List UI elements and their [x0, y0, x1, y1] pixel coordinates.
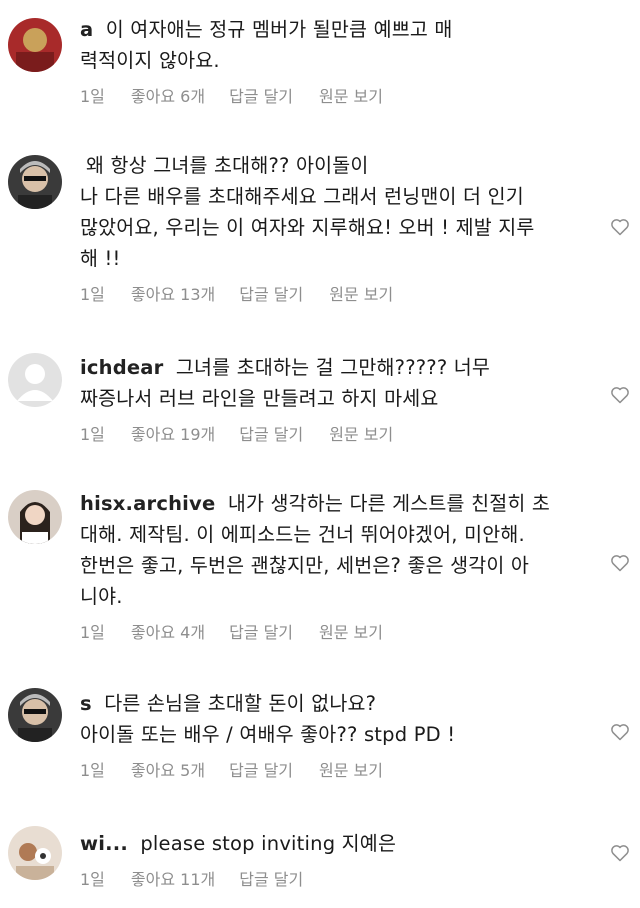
- comment-text: s 다른 손님을 초대할 돈이 없나요? 아이돌 또는 배우 / 여배우 좋아?…: [80, 688, 590, 750]
- comment-meta: 1일 좋아요 13개 답글 달기 원문 보기: [80, 281, 590, 305]
- comment-likes[interactable]: 좋아요 19개: [131, 421, 215, 445]
- see-original-button[interactable]: 원문 보기: [319, 83, 383, 107]
- comment-likes[interactable]: 좋아요 13개: [131, 281, 215, 305]
- comment-time: 1일: [80, 623, 105, 642]
- comment-meta: 1일 좋아요 11개 답글 달기: [80, 866, 590, 890]
- comment-likes[interactable]: 좋아요 4개: [131, 619, 205, 643]
- comment-likes[interactable]: 좋아요 6개: [131, 83, 205, 107]
- comment-username[interactable]: ichdear: [80, 356, 164, 379]
- avatar[interactable]: [8, 18, 62, 72]
- comment-time: 1일: [80, 285, 105, 304]
- avatar[interactable]: [8, 490, 62, 544]
- comment-meta: 1일 좋아요 6개 답글 달기 원문 보기: [80, 83, 590, 107]
- reply-button[interactable]: 답글 달기: [229, 83, 293, 107]
- reply-button[interactable]: 답글 달기: [239, 866, 303, 890]
- comment-line: 력적이지 않아요.: [80, 49, 220, 72]
- reply-button[interactable]: 답글 달기: [239, 281, 303, 305]
- comment-line: 많았어요, 우리는 이 여자와 지루해요! 오버 ! 제발 지루: [80, 216, 535, 239]
- comment-line: 왜 항상 그녀를 초대해?? 아이돌이: [86, 154, 369, 177]
- comment-line: 그녀를 초대하는 걸 그만해????? 너무: [175, 356, 491, 379]
- avatar[interactable]: [8, 155, 62, 209]
- comment-text: 왜 항상 그녀를 초대해?? 아이돌이 나 다른 배우를 초대해주세요 그래서 …: [80, 150, 590, 274]
- comment-line: 다른 손님을 초대할 돈이 없나요?: [104, 692, 377, 715]
- comment-text: ichdear 그녀를 초대하는 걸 그만해????? 너무 짜증나서 러브 라…: [80, 352, 590, 414]
- comment-line: 이 여자애는 정규 멤버가 될만큼 예쁘고 매: [105, 18, 453, 41]
- see-original-button[interactable]: 원문 보기: [329, 281, 393, 305]
- comment-line: 한번은 좋고, 두번은 괜찮지만, 세번은? 좋은 생각이 아: [80, 554, 530, 577]
- comment-username[interactable]: wi...: [80, 832, 128, 855]
- comment-meta: 1일 좋아요 5개 답글 달기 원문 보기: [80, 757, 590, 781]
- comment-meta: 1일 좋아요 4개 답글 달기 원문 보기: [80, 619, 590, 643]
- comment-line: 나 다른 배우를 초대해주세요 그래서 런닝맨이 더 인기: [80, 185, 524, 208]
- comment-time: 1일: [80, 761, 105, 780]
- comment-time: 1일: [80, 425, 105, 444]
- comment-time: 1일: [80, 870, 105, 889]
- comment-username[interactable]: a: [80, 18, 93, 41]
- avatar[interactable]: [8, 353, 62, 407]
- reply-button[interactable]: 답글 달기: [229, 619, 293, 643]
- comment-meta: 1일 좋아요 19개 답글 달기 원문 보기: [80, 421, 590, 445]
- comment-username[interactable]: s: [80, 692, 92, 715]
- heart-outline-icon[interactable]: [610, 217, 630, 237]
- comment-line: 대해. 제작팀. 이 에피소드는 건너 뛰어야겠어, 미안해.: [80, 523, 525, 546]
- heart-outline-icon[interactable]: [610, 385, 630, 405]
- heart-outline-icon[interactable]: [610, 553, 630, 573]
- comment-line: 니야.: [80, 585, 123, 608]
- see-original-button[interactable]: 원문 보기: [319, 619, 383, 643]
- reply-button[interactable]: 답글 달기: [239, 421, 303, 445]
- comment-username[interactable]: hisx.archive: [80, 492, 215, 515]
- comment-line: 해 !!: [80, 247, 121, 270]
- comment-time: 1일: [80, 87, 105, 106]
- comment-likes[interactable]: 좋아요 11개: [131, 866, 215, 890]
- comment-line: 아이돌 또는 배우 / 여배우 좋아?? stpd PD !: [80, 723, 456, 746]
- comment-likes[interactable]: 좋아요 5개: [131, 757, 205, 781]
- heart-outline-icon[interactable]: [610, 843, 630, 863]
- comment-line: please stop inviting 지예은: [140, 832, 397, 855]
- comment-line: 내가 생각하는 다른 게스트를 친절히 초: [227, 492, 551, 515]
- comment-text: hisx.archive 내가 생각하는 다른 게스트를 친절히 초 대해. 제…: [80, 488, 590, 612]
- see-original-button[interactable]: 원문 보기: [329, 421, 393, 445]
- comment-text: a 이 여자애는 정규 멤버가 될만큼 예쁘고 매 력적이지 않아요.: [80, 14, 590, 76]
- heart-outline-icon[interactable]: [610, 722, 630, 742]
- avatar[interactable]: [8, 688, 62, 742]
- see-original-button[interactable]: 원문 보기: [319, 757, 383, 781]
- reply-button[interactable]: 답글 달기: [229, 757, 293, 781]
- avatar[interactable]: [8, 826, 62, 880]
- comment-line: 짜증나서 러브 라인을 만들려고 하지 마세요: [80, 387, 439, 410]
- comment-text: wi... please stop inviting 지예은: [80, 828, 590, 859]
